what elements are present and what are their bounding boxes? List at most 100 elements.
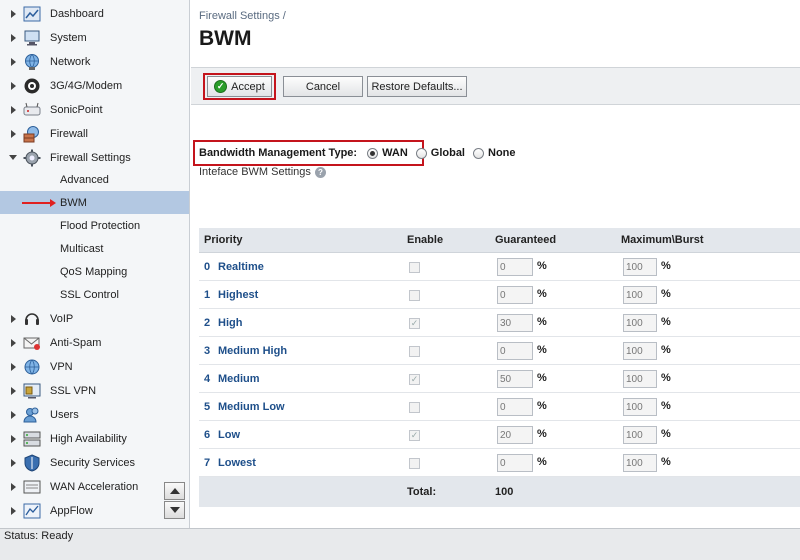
expand-arrow-icon[interactable] <box>11 9 16 18</box>
expand-arrow-icon[interactable] <box>11 482 16 491</box>
maximum-burst-input[interactable]: 100 <box>623 398 657 416</box>
guaranteed-input[interactable]: 0 <box>497 258 533 276</box>
expand-arrow-icon[interactable] <box>11 386 16 395</box>
priority-name-link[interactable]: Medium High <box>218 345 287 357</box>
radio-wan[interactable] <box>367 147 379 159</box>
sidebar-item-high-availability[interactable]: High Availability <box>0 427 189 450</box>
sidebar-item-voip[interactable]: VoIP <box>0 307 189 330</box>
sidebar-item-appflow[interactable]: AppFlow <box>0 499 189 522</box>
firewall-settings-icon <box>23 149 41 167</box>
enable-checkbox[interactable]: ✓ <box>409 430 420 441</box>
vpn-icon <box>23 358 41 376</box>
maximum-burst-input[interactable]: 100 <box>623 258 657 276</box>
expand-arrow-icon[interactable] <box>11 434 16 443</box>
priority-number: 7 <box>204 457 211 469</box>
sidebar-item-system[interactable]: System <box>0 26 189 49</box>
priority-name-link[interactable]: Medium Low <box>218 401 285 413</box>
enable-checkbox[interactable] <box>409 402 420 413</box>
sidebar-item-network[interactable]: Network <box>0 50 189 73</box>
sidebar-item-security-services[interactable]: Security Services <box>0 451 189 474</box>
priority-number: 0 <box>204 261 211 273</box>
table-row: 2 High ✓ 30% 100% <box>199 309 800 337</box>
table-row: 5 Medium Low 0% 100% <box>199 393 800 421</box>
expand-arrow-icon[interactable] <box>11 506 16 515</box>
expand-arrow-icon[interactable] <box>11 81 16 90</box>
sidebar-subitem-flood-protection[interactable]: Flood Protection <box>0 214 189 237</box>
users-icon <box>23 406 41 424</box>
guaranteed-input[interactable]: 50 <box>497 370 533 388</box>
anti-spam-icon <box>23 334 41 352</box>
maximum-burst-input[interactable]: 100 <box>623 314 657 332</box>
enable-checkbox[interactable]: ✓ <box>409 318 420 329</box>
help-icon[interactable]: ? <box>314 166 326 178</box>
maximum-burst-input[interactable]: 100 <box>623 370 657 388</box>
maximum-burst-input[interactable]: 100 <box>623 454 657 472</box>
radio-none[interactable] <box>473 147 484 159</box>
sidebar-item-label: BWM <box>60 196 87 209</box>
priority-name-link[interactable]: Realtime <box>218 261 264 273</box>
expand-arrow-icon[interactable] <box>11 458 16 467</box>
sidebar-item-firewall-settings[interactable]: Firewall Settings <box>0 146 189 169</box>
priority-name-link[interactable]: High <box>218 317 242 329</box>
guaranteed-input[interactable]: 0 <box>497 342 533 360</box>
enable-checkbox[interactable] <box>409 346 420 357</box>
expand-arrow-icon[interactable] <box>11 314 16 323</box>
expand-arrow-icon[interactable] <box>11 338 16 347</box>
shield-icon <box>23 453 41 472</box>
sidebar-item-sonicpoint[interactable]: SonicPoint <box>0 98 189 121</box>
sidebar-item-ssl-vpn[interactable]: SSL VPN <box>0 379 189 402</box>
collapse-arrow-icon[interactable] <box>9 155 17 160</box>
expand-arrow-icon[interactable] <box>11 362 16 371</box>
expand-arrow-icon[interactable] <box>11 33 16 42</box>
maximum-burst-input[interactable]: 100 <box>623 286 657 304</box>
sidebar-item-dashboard[interactable]: Dashboard <box>0 2 189 25</box>
enable-checkbox[interactable] <box>409 290 420 301</box>
accept-button[interactable]: ✓ Accept <box>207 76 272 97</box>
enable-checkbox[interactable] <box>409 262 420 273</box>
column-header-guaranteed: Guaranteed <box>495 234 557 246</box>
enable-checkbox[interactable]: ✓ <box>409 374 420 385</box>
sidebar-subitem-qos-mapping[interactable]: QoS Mapping <box>0 260 189 283</box>
percent-label: % <box>661 428 671 440</box>
maximum-burst-input[interactable]: 100 <box>623 426 657 444</box>
maximum-burst-input[interactable]: 100 <box>623 342 657 360</box>
expand-arrow-icon[interactable] <box>11 57 16 66</box>
sidebar-subitem-multicast[interactable]: Multicast <box>0 237 189 260</box>
sidebar-item-anti-spam[interactable]: Anti-Spam <box>0 331 189 354</box>
priority-name-link[interactable]: Low <box>218 429 240 441</box>
breadcrumb[interactable]: Firewall Settings / <box>199 10 286 22</box>
scroll-down-button[interactable] <box>164 501 185 519</box>
percent-label: % <box>537 288 547 300</box>
priority-name-link[interactable]: Medium <box>218 373 260 385</box>
guaranteed-input[interactable]: 20 <box>497 426 533 444</box>
radio-global[interactable] <box>415 147 427 159</box>
percent-label: % <box>537 400 547 412</box>
guaranteed-input[interactable]: 30 <box>497 314 533 332</box>
enable-checkbox[interactable] <box>409 458 420 469</box>
guaranteed-input[interactable]: 0 <box>497 286 533 304</box>
expand-arrow-icon[interactable] <box>11 105 16 114</box>
expand-arrow-icon[interactable] <box>11 410 16 419</box>
interface-bwm-settings: Inteface BWM Settings ? <box>199 166 326 178</box>
cancel-button[interactable]: Cancel <box>283 76 363 97</box>
priority-name-link[interactable]: Lowest <box>218 457 256 469</box>
sidebar-subitem-ssl-control[interactable]: SSL Control <box>0 283 189 306</box>
priority-name-link[interactable]: Highest <box>218 289 258 301</box>
percent-label: % <box>537 316 547 328</box>
priority-number: 5 <box>204 401 211 413</box>
expand-arrow-icon[interactable] <box>11 129 16 138</box>
sidebar-item-users[interactable]: Users <box>0 403 189 426</box>
sidebar: Dashboard System Network 3G/4G/Modem Son… <box>0 0 190 528</box>
sidebar-item-firewall[interactable]: Firewall <box>0 122 189 145</box>
scroll-up-button[interactable] <box>164 482 185 500</box>
sidebar-item-wan-acceleration[interactable]: WAN Acceleration <box>0 475 189 498</box>
sidebar-item-vpn[interactable]: VPN <box>0 355 189 378</box>
sidebar-subitem-bwm[interactable]: BWM <box>0 191 189 214</box>
restore-defaults-button[interactable]: Restore Defaults... <box>367 76 467 97</box>
sidebar-item-modem[interactable]: 3G/4G/Modem <box>0 74 189 97</box>
sidebar-item-label: VoIP <box>50 312 74 325</box>
guaranteed-input[interactable]: 0 <box>497 398 533 416</box>
sidebar-item-label: Firewall <box>50 127 88 140</box>
guaranteed-input[interactable]: 0 <box>497 454 533 472</box>
sidebar-subitem-advanced[interactable]: Advanced <box>0 168 189 191</box>
